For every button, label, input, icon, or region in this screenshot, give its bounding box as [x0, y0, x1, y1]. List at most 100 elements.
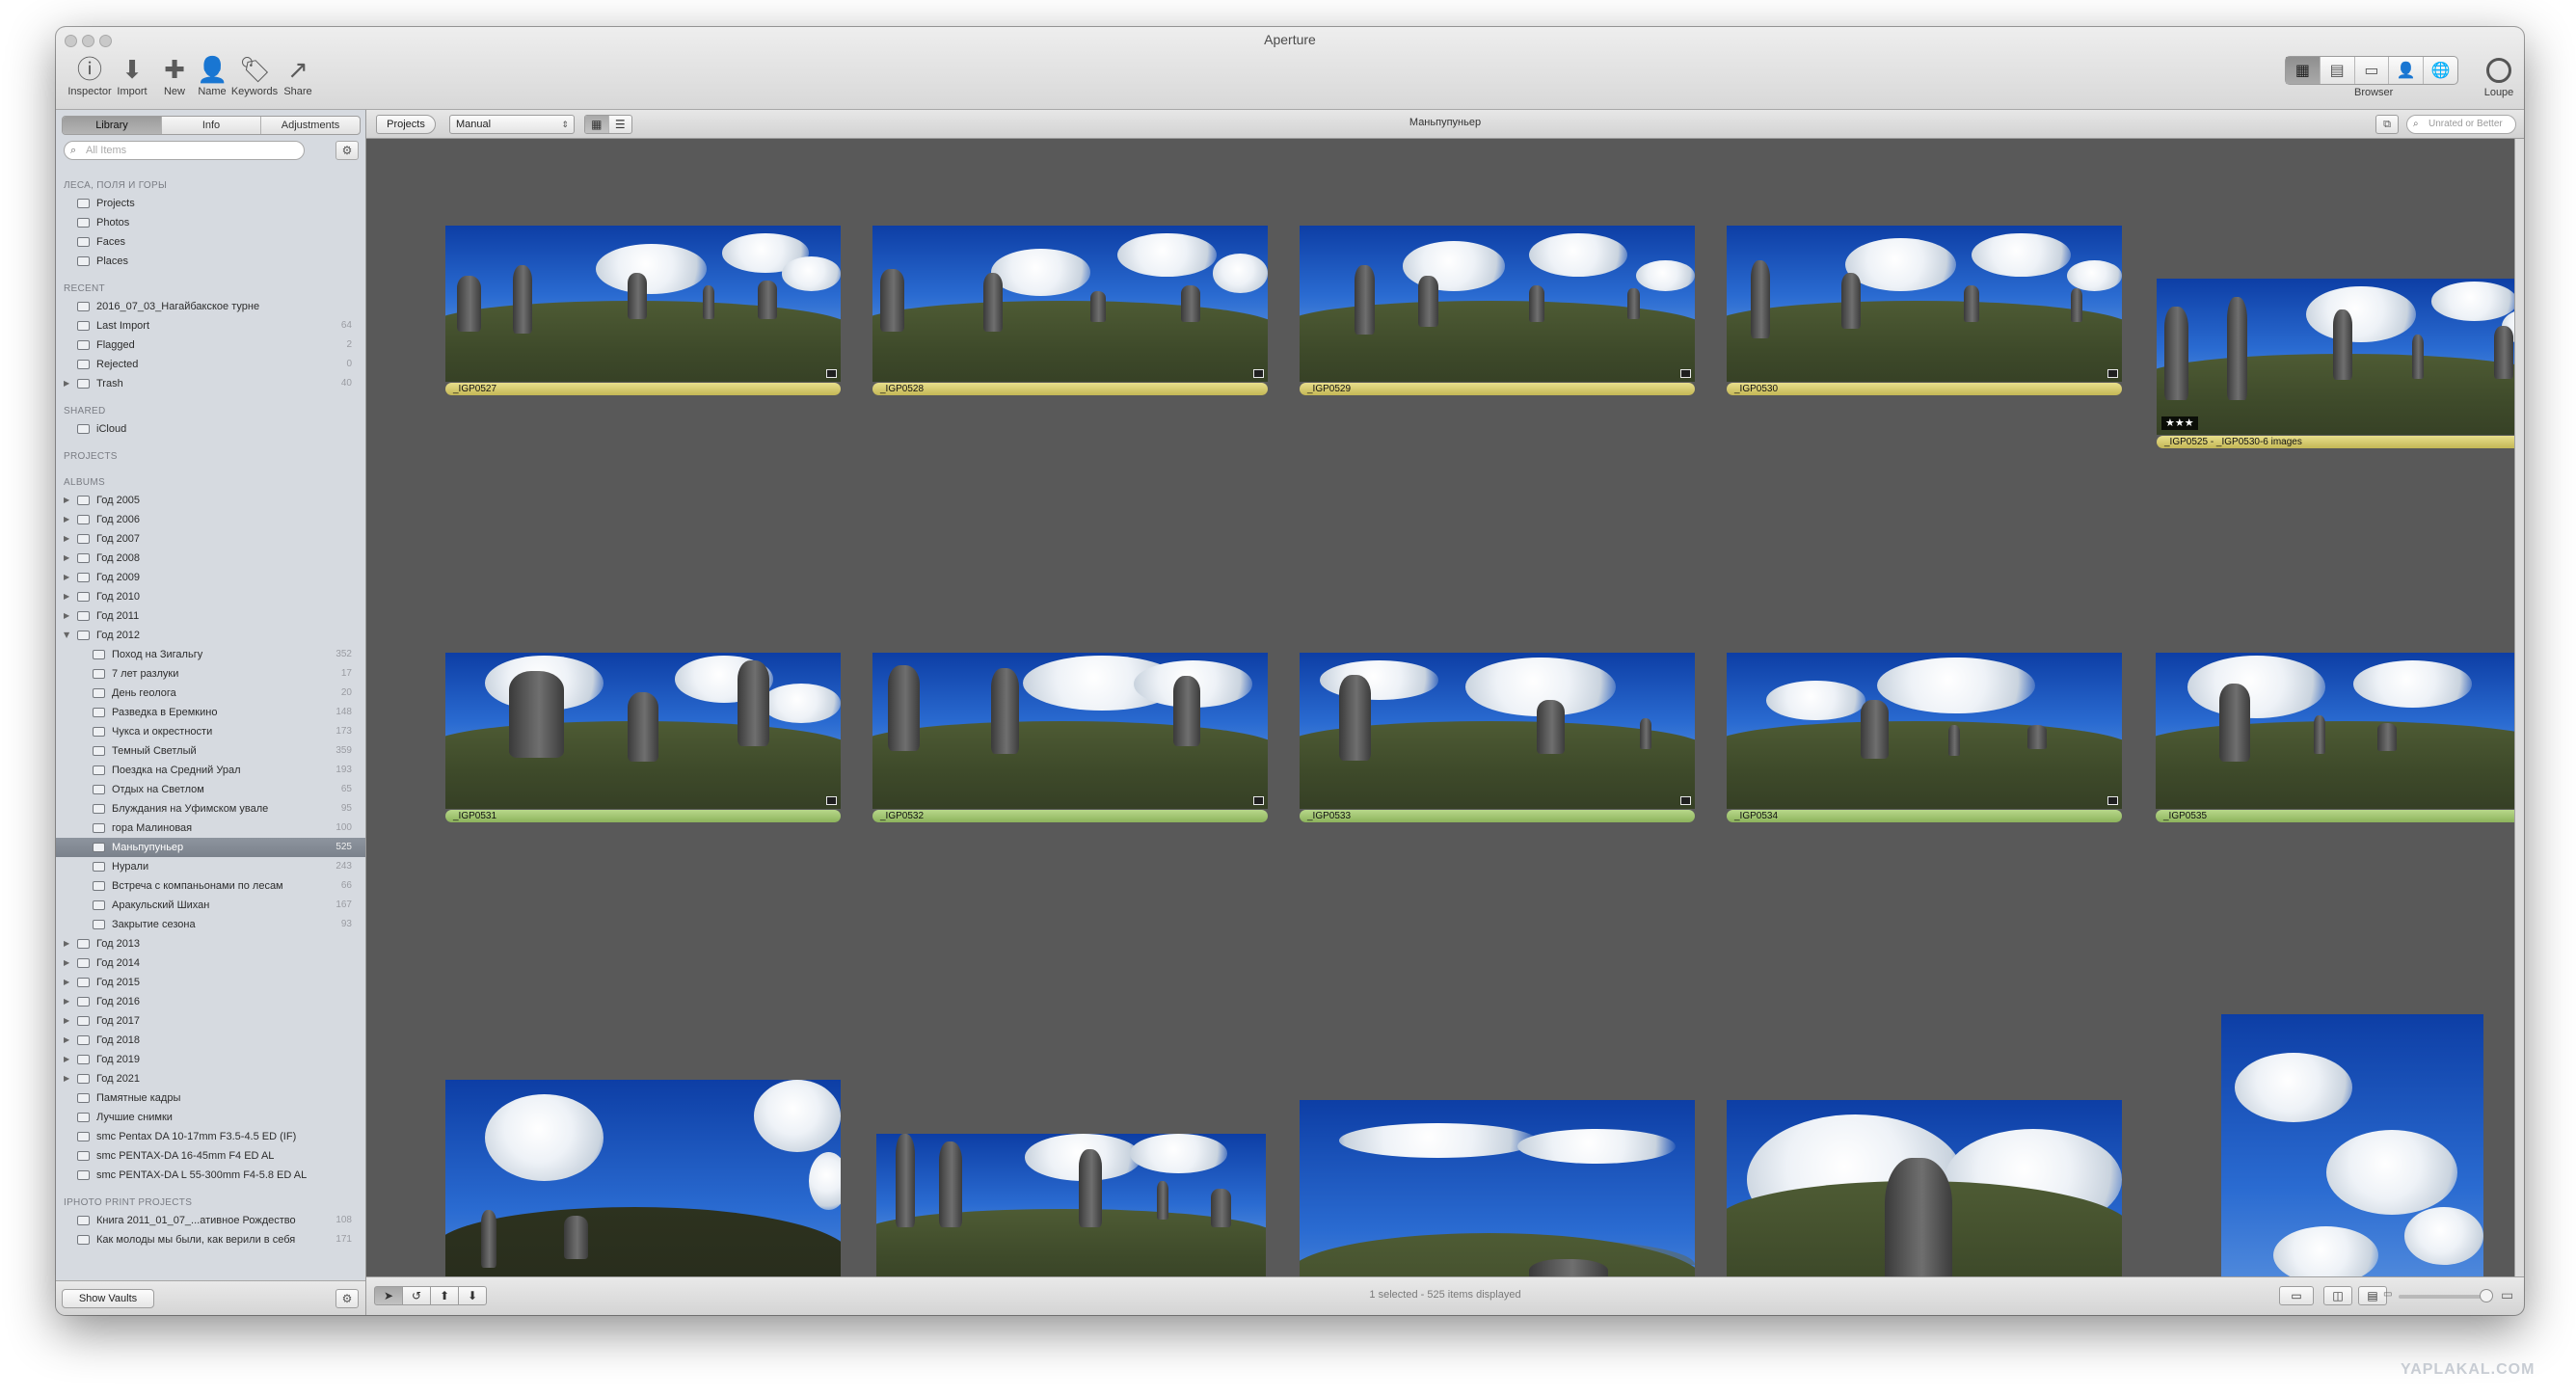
vault-action-button[interactable]: ⚙ — [335, 1289, 359, 1308]
sidebar-item[interactable]: Маньпупуньер 525 — [56, 838, 365, 857]
disclosure-closed-icon[interactable]: ▶ — [64, 934, 73, 953]
sidebar-item[interactable]: ▶ Год 2015 — [56, 973, 365, 992]
photo-thumbnail[interactable] — [445, 1080, 841, 1276]
sidebar-item[interactable]: Flagged 2 — [56, 336, 365, 355]
disclosure-closed-icon[interactable]: ▶ — [64, 1069, 73, 1088]
library-action-menu-button[interactable]: ⚙ — [335, 141, 359, 160]
disclosure-closed-icon[interactable]: ▶ — [64, 1031, 73, 1050]
disclosure-closed-icon[interactable]: ▶ — [64, 374, 73, 393]
photo-thumbnail[interactable] — [1300, 1100, 1695, 1276]
sidebar-item[interactable]: День геолога 20 — [56, 684, 365, 703]
sidebar-item[interactable]: Блуждания на Уфимском увале 95 — [56, 799, 365, 819]
sidebar-item[interactable]: ▶ Год 2013 — [56, 934, 365, 953]
thumbnail-size-knob[interactable] — [2480, 1289, 2493, 1302]
sidebar-item[interactable]: Last Import 64 — [56, 316, 365, 336]
share-button[interactable]: ↗ Share — [264, 56, 332, 106]
sidebar-item[interactable]: Photos — [56, 213, 365, 232]
sidebar-item[interactable]: ▶ Год 2014 — [56, 953, 365, 973]
photo-thumbnail[interactable]: ★★★ — [2157, 279, 2514, 435]
photo-thumbnail[interactable] — [872, 653, 1268, 809]
browser-scrollbar[interactable] — [2514, 139, 2524, 1276]
sidebar-item[interactable]: Faces — [56, 232, 365, 252]
sidebar-item[interactable]: ▶ Год 2019 — [56, 1050, 365, 1069]
sidebar-item[interactable]: Rejected 0 — [56, 355, 365, 374]
sidebar-item[interactable]: Поездка на Средний Урал 193 — [56, 761, 365, 780]
sidebar-item[interactable]: Отдых на Светлом 65 — [56, 780, 365, 799]
sidebar-item[interactable]: ▶ Год 2006 — [56, 510, 365, 529]
sidebar-item[interactable]: гора Малиновая 100 — [56, 819, 365, 838]
sidebar-item[interactable]: smc PENTAX-DA 16-45mm F4 ED AL — [56, 1146, 365, 1166]
filmstrip-view-icon[interactable]: ▤ — [2321, 57, 2355, 84]
sidebar-item[interactable]: Лучшие снимки — [56, 1108, 365, 1127]
places-view-icon[interactable]: 🌐 — [2424, 57, 2457, 84]
sidebar-item[interactable]: smc Pentax DA 10-17mm F3.5-4.5 ED (IF) — [56, 1127, 365, 1146]
tab-info[interactable]: Info — [162, 117, 261, 134]
sidebar-item[interactable]: Аракульский Шихан 167 — [56, 896, 365, 915]
sidebar-item[interactable]: Projects — [56, 194, 365, 213]
sidebar-item[interactable]: 7 лет разлуки 17 — [56, 664, 365, 684]
sidebar-item[interactable]: Темный Светлый 359 — [56, 741, 365, 761]
photo-thumbnail[interactable] — [445, 226, 841, 382]
sidebar-item[interactable]: ▶ Год 2018 — [56, 1031, 365, 1050]
sidebar-item[interactable]: Разведка в Еремкино 148 — [56, 703, 365, 722]
sidebar-item[interactable]: Книга 2011_01_07_...ативное Рождество 108 — [56, 1211, 365, 1230]
grid-view-icon[interactable]: ▦ — [2286, 57, 2321, 84]
sidebar-item[interactable]: ▶ Год 2010 — [56, 587, 365, 606]
sidebar-item[interactable]: ▼ Год 2012 — [56, 626, 365, 645]
sidebar-item[interactable]: ▶ Год 2009 — [56, 568, 365, 587]
disclosure-closed-icon[interactable]: ▶ — [64, 587, 73, 606]
sidebar-item[interactable]: iCloud — [56, 419, 365, 439]
sidebar-item[interactable]: ▶ Год 2021 — [56, 1069, 365, 1088]
photo-thumbnail[interactable] — [1300, 653, 1695, 809]
disclosure-closed-icon[interactable]: ▶ — [64, 568, 73, 587]
photo-thumbnail[interactable] — [2156, 653, 2514, 809]
photo-thumbnail[interactable] — [445, 653, 841, 809]
disclosure-closed-icon[interactable]: ▶ — [64, 529, 73, 549]
library-search-input[interactable]: ⌕ All Items — [64, 141, 305, 160]
disclosure-closed-icon[interactable]: ▶ — [64, 510, 73, 529]
photo-thumbnail[interactable] — [1300, 226, 1695, 382]
filter-search-field[interactable]: ⌕ Unrated or Better — [2406, 115, 2516, 134]
sidebar-item[interactable]: Places — [56, 252, 365, 271]
disclosure-closed-icon[interactable]: ▶ — [64, 491, 73, 510]
photo-thumbnail[interactable] — [1727, 226, 2122, 382]
tab-adjustments[interactable]: Adjustments — [261, 117, 360, 134]
disclosure-closed-icon[interactable]: ▶ — [64, 973, 73, 992]
filter-hud-button[interactable]: ⧉ — [2375, 115, 2399, 134]
disclosure-closed-icon[interactable]: ▶ — [64, 1050, 73, 1069]
faces-view-icon[interactable]: 👤 — [2389, 57, 2425, 84]
sidebar-item[interactable]: ▶ Год 2017 — [56, 1011, 365, 1031]
sidebar-item[interactable]: Поход на Зигальгу 352 — [56, 645, 365, 664]
sidebar-item[interactable]: ▶ Год 2005 — [56, 491, 365, 510]
viewer-view-icon[interactable]: ▭ — [2355, 57, 2390, 84]
view-mode-segmented-control[interactable]: ▦ ▤ ▭ 👤 🌐 — [2285, 56, 2458, 85]
disclosure-closed-icon[interactable]: ▶ — [64, 992, 73, 1011]
sidebar-item[interactable]: ▶ Год 2016 — [56, 992, 365, 1011]
sidebar-item[interactable]: 2016_07_03_Нагайбакское турне — [56, 297, 365, 316]
photo-thumbnail[interactable] — [2221, 1014, 2483, 1276]
sidebar-item[interactable]: ▶ Год 2011 — [56, 606, 365, 626]
sidebar-item[interactable]: smc PENTAX-DA L 55-300mm F4-5.8 ED AL — [56, 1166, 365, 1185]
photo-thumbnail[interactable] — [1727, 653, 2122, 809]
sidebar-item[interactable]: Памятные кадры — [56, 1088, 365, 1108]
photo-thumbnail[interactable] — [1727, 1100, 2122, 1276]
show-vaults-button[interactable]: Show Vaults — [62, 1289, 154, 1308]
disclosure-closed-icon[interactable]: ▶ — [64, 606, 73, 626]
sidebar-item[interactable]: ▶ Год 2007 — [56, 529, 365, 549]
tab-library[interactable]: Library — [63, 117, 162, 134]
sidebar-item[interactable]: Встреча с компаньонами по лесам 66 — [56, 876, 365, 896]
thumbnail-size-slider[interactable] — [2399, 1295, 2485, 1299]
split-view-button[interactable]: ◫ — [2323, 1286, 2352, 1305]
sidebar-item[interactable]: Нурали 243 — [56, 857, 365, 876]
loupe-button[interactable]: Loupe — [2482, 56, 2516, 104]
disclosure-closed-icon[interactable]: ▶ — [64, 549, 73, 568]
sidebar-item[interactable]: Как молоды мы были, как верили в себя 171 — [56, 1230, 365, 1249]
sidebar-item[interactable]: Закрытие сезона 93 — [56, 915, 365, 934]
sidebar-item[interactable]: ▶ Trash 40 — [56, 374, 365, 393]
disclosure-closed-icon[interactable]: ▶ — [64, 1011, 73, 1031]
metadata-overlay-button[interactable]: ▭ — [2279, 1286, 2314, 1305]
photo-thumbnail[interactable] — [872, 226, 1268, 382]
sidebar-item[interactable]: Чукса и окрестности 173 — [56, 722, 365, 741]
photo-thumbnail[interactable] — [876, 1134, 1266, 1276]
disclosure-open-icon[interactable]: ▼ — [64, 626, 73, 645]
